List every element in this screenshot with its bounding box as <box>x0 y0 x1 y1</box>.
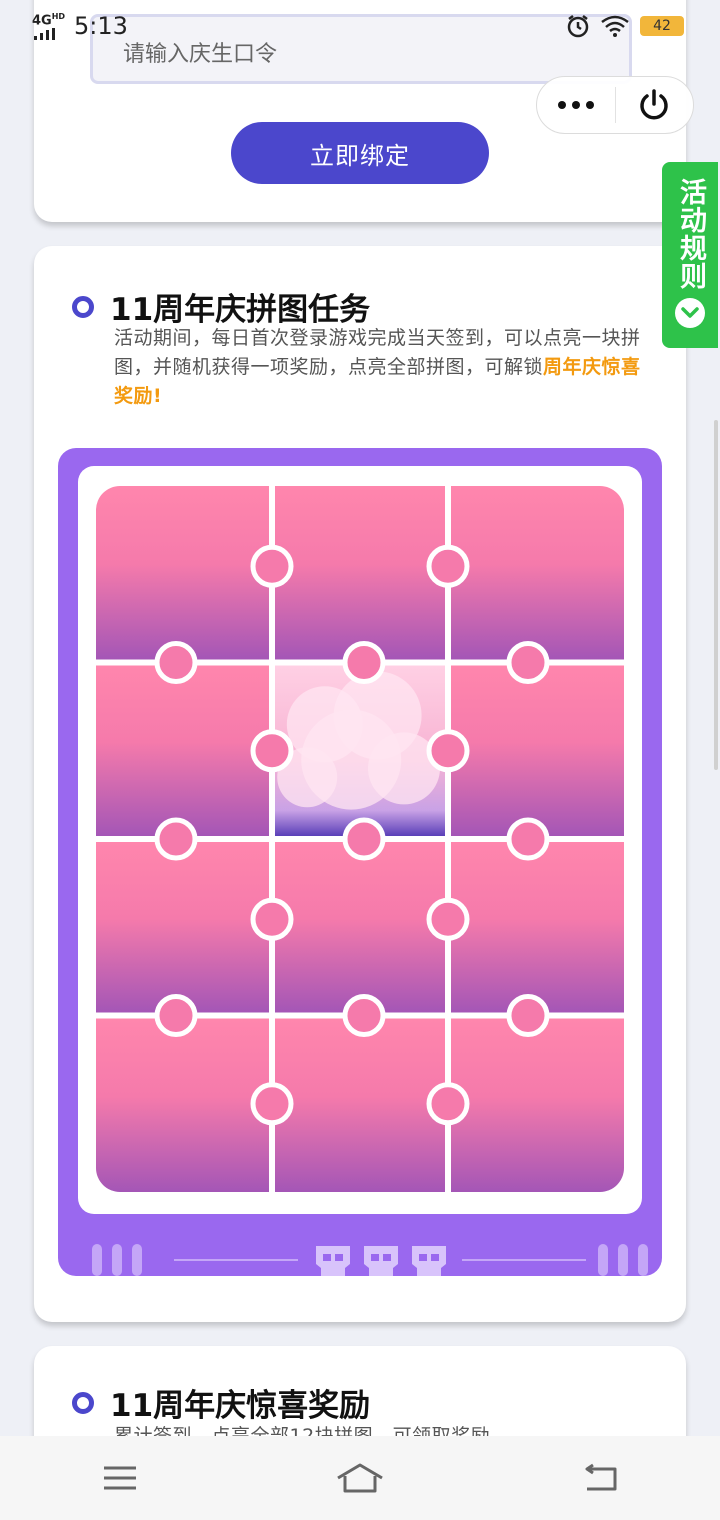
reward-section-heading: 11周年庆惊喜奖励 <box>72 1380 370 1425</box>
puzzle-board <box>78 466 648 1276</box>
puzzle-grid <box>96 486 624 1192</box>
puzzle-knob <box>342 994 386 1037</box>
deco-pill <box>132 1244 142 1276</box>
puzzle-knob <box>154 817 198 861</box>
deco-pill <box>112 1244 122 1276</box>
puzzle-piece <box>451 665 624 836</box>
puzzle-piece <box>451 842 624 1013</box>
puzzle-frame <box>58 448 662 1276</box>
network-sup: HD <box>51 12 66 21</box>
home-icon[interactable] <box>320 1448 400 1508</box>
puzzle-knob <box>342 641 386 684</box>
puzzle-piece <box>275 1018 445 1192</box>
puzzle-knob <box>506 994 550 1037</box>
miniprogram-capsule <box>536 76 694 134</box>
power-icon[interactable] <box>616 77 694 133</box>
bullet-ring-icon <box>72 295 94 318</box>
puzzle-knob <box>250 544 294 588</box>
puzzle-piece <box>275 842 445 1013</box>
puzzle-section-description: 活动期间，每日首次登录游戏完成当天签到，可以点亮一块拼图，并随机获得一项奖励，点… <box>114 324 654 411</box>
more-dots-icon[interactable] <box>537 77 615 133</box>
wifi-icon <box>601 15 629 37</box>
chevron-down-icon <box>675 298 705 328</box>
puzzle-knob <box>154 994 198 1037</box>
status-icons: 42 <box>566 14 684 38</box>
puzzle-knob <box>250 729 294 773</box>
puzzle-knob <box>506 817 550 861</box>
deco-pill <box>92 1244 102 1276</box>
puzzle-piece <box>451 1018 624 1192</box>
scrollbar[interactable] <box>714 420 718 770</box>
puzzle-knob <box>250 1082 294 1126</box>
deco-pill <box>598 1244 608 1276</box>
deco-line <box>174 1259 298 1261</box>
battery-level: 42 <box>640 16 684 36</box>
puzzle-section-title: 11周年庆拼图任务 <box>110 292 371 328</box>
puzzle-knob <box>342 817 386 861</box>
puzzle-knob <box>154 641 198 684</box>
puzzle-piece <box>96 842 269 1013</box>
bind-button[interactable]: 立即绑定 <box>231 122 489 184</box>
puzzle-knob <box>426 729 470 773</box>
puzzle-piece <box>96 486 269 660</box>
puzzle-knob <box>426 897 470 941</box>
reward-section-title: 11周年庆惊喜奖励 <box>110 1388 371 1424</box>
puzzle-knob <box>426 544 470 588</box>
signal-icon <box>34 28 55 40</box>
back-icon[interactable] <box>560 1448 640 1508</box>
puzzle-piece <box>96 1018 269 1192</box>
puzzle-knob <box>426 1082 470 1126</box>
puzzle-piece <box>451 486 624 660</box>
network-type: 4G <box>32 13 52 29</box>
system-nav-bar <box>0 1436 720 1520</box>
bullet-ring-icon <box>72 1391 94 1414</box>
activity-rules-tab[interactable]: 活动规则 <box>662 162 718 348</box>
deco-line <box>462 1259 586 1261</box>
deco-pill <box>618 1244 628 1276</box>
status-bar: 4GHD 5:13 42 <box>0 0 720 56</box>
puzzle-piece <box>96 665 269 836</box>
puzzle-task-card: 11周年庆拼图任务 活动期间，每日首次登录游戏完成当天签到，可以点亮一块拼图，并… <box>34 246 686 1322</box>
puzzle-knob <box>250 897 294 941</box>
menu-icon[interactable] <box>80 1448 160 1508</box>
activity-rules-label: 活动规则 <box>675 178 706 290</box>
skull-icons <box>316 1246 446 1276</box>
puzzle-section-heading: 11周年庆拼图任务 <box>72 284 370 329</box>
puzzle-knob <box>506 641 550 684</box>
deco-pill <box>638 1244 648 1276</box>
clock-time: 5:13 <box>74 12 128 40</box>
puzzle-piece <box>275 486 445 660</box>
network-indicator: 4GHD <box>32 12 65 28</box>
alarm-icon <box>567 15 589 38</box>
frame-decoration <box>78 1238 682 1282</box>
